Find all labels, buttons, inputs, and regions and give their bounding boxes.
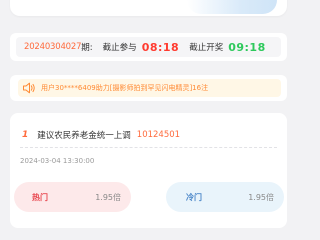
option-hot-button[interactable]: 热门 1.95倍	[14, 182, 131, 212]
next-card-edge	[0, 230, 297, 234]
period-number: 20240304027	[24, 42, 82, 52]
close-bet-time: 08:18	[141, 40, 180, 54]
speaker-icon	[23, 82, 35, 94]
period-suffix: 期:	[81, 43, 93, 53]
topic-index: 1	[22, 130, 29, 140]
topic-title-row[interactable]: 1 建议农民养老金统一上调 10124501	[22, 129, 180, 141]
banner-glow	[187, 0, 277, 14]
notice-marquee[interactable]: 用户30****6409助力[摄影师拍到罕见闪电精灵]16注	[18, 79, 281, 97]
topic-time: 2024-03-04 13:30:00	[20, 157, 95, 165]
notice-text: 用户30****6409助力[摄影师拍到罕见闪电精灵]16注	[41, 84, 209, 92]
period-card: 20240304027 期: 截止参与 08:18 截止开奖 09:18	[10, 33, 287, 61]
close-bet-label: 截止参与	[102, 43, 137, 53]
option-cold-button[interactable]: 冷门 1.95倍	[166, 182, 284, 212]
close-open-label: 截止开奖	[189, 43, 224, 53]
topic-title: 建议农民养老金统一上调	[37, 131, 131, 141]
option-cold-label: 冷门	[186, 192, 202, 202]
close-open-time: 09:18	[228, 40, 266, 54]
notice-card: 用户30****6409助力[摄影师拍到罕见闪电精灵]16注	[10, 75, 287, 101]
option-hot-odds: 1.95倍	[95, 192, 121, 202]
divider	[20, 147, 277, 149]
period-info-bar: 20240304027 期: 截止参与 08:18 截止开奖 09:18	[16, 37, 281, 57]
option-hot-label: 热门	[32, 192, 48, 202]
topic-card: 1 建议农民养老金统一上调 10124501 2024-03-04 13:30:…	[10, 113, 287, 228]
header-banner	[10, 0, 287, 16]
topic-id: 10124501	[136, 130, 181, 140]
option-cold-odds: 1.95倍	[248, 192, 274, 202]
